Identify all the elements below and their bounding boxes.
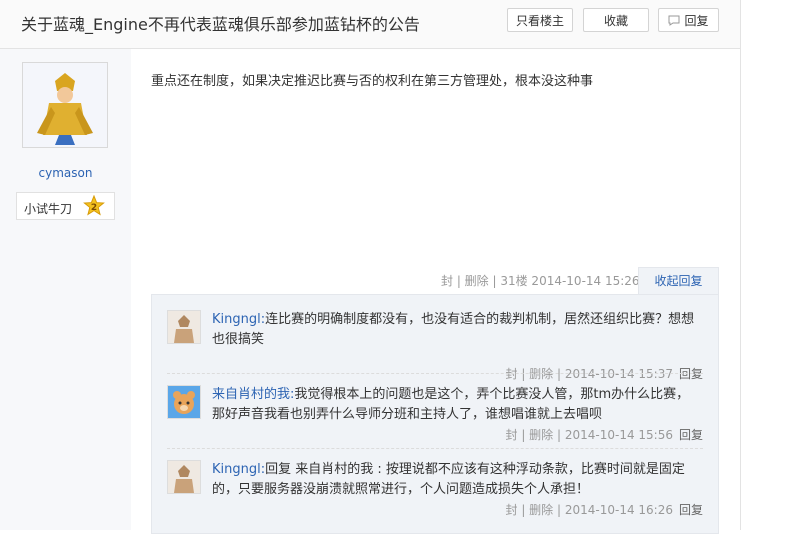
reply-avatar[interactable] [167,385,201,419]
reply-username[interactable]: Kingngl: [212,312,265,327]
reply-meta-text: 封 | 删除 | 2014-10-14 15:37 [505,367,673,381]
level-number: 2 [91,203,97,213]
reply-username[interactable]: 来自肖村的我: [212,387,294,402]
reply-link[interactable]: 回复 [679,428,703,442]
level-star-icon: 2 [83,194,105,217]
post-content: 重点还在制度，如果决定推迟比赛与否的权利在第三方管理处，根本没这种事 [151,74,594,89]
list-item: 来自肖村的我:我觉得根本上的问题也是这个，弄个比赛没人管，那tm办什么比赛，那好… [167,385,703,455]
reply-text-block: 来自肖村的我:我觉得根本上的问题也是这个，弄个比赛没人管，那tm办什么比赛，那好… [212,385,702,425]
reply-text: 回复 来自肖村的我 : 按理说都不应该有这种浮动条款，比赛时间就是固定的，只要服… [212,462,685,497]
reply-username[interactable]: Kingngl: [212,462,265,477]
reply-meta: 封 | 删除 | 2014-10-14 15:56 回复 [506,426,704,443]
reply-meta: 封 | 删除 | 2014-10-14 16:26 回复 [506,501,704,518]
reply-avatar[interactable] [167,460,201,494]
reply-button[interactable]: 回复 [658,8,719,32]
reply-divider [167,373,703,374]
avatar[interactable] [22,62,108,148]
reply-link[interactable]: 回复 [679,503,703,517]
list-item: Kingngl:回复 来自肖村的我 : 按理说都不应该有这种浮动条款，比赛时间就… [167,460,703,530]
reply-meta-text: 封 | 删除 | 2014-10-14 16:26 [505,503,673,517]
reply-divider [167,448,703,449]
reply-text: 连比赛的明确制度都没有，也没有适合的裁判机制，居然还组织比赛？想想也很搞笑 [212,312,695,347]
reply-button-label: 回复 [684,14,709,28]
comment-icon [668,10,680,34]
replies-panel: Kingngl:连比赛的明确制度都没有，也没有适合的裁判机制，居然还组织比赛？想… [151,294,719,534]
only-op-button[interactable]: 只看楼主 [507,8,573,32]
list-item: Kingngl:连比赛的明确制度都没有，也没有适合的裁判机制，居然还组织比赛？想… [167,310,703,381]
thread-title: 关于蓝魂_Engine不再代表蓝魂俱乐部参加蓝钻杯的公告 [21,15,420,34]
post-meta: 封 | 删除 | 31楼 2014-10-14 15:26 [441,274,640,288]
page-border [740,0,741,530]
collapse-replies-button[interactable]: 收起回复 [638,267,719,295]
reply-link[interactable]: 回复 [679,367,703,381]
author-level: 小试牛刀 2 [16,192,115,220]
reply-text-block: Kingngl:连比赛的明确制度都没有，也没有适合的裁判机制，居然还组织比赛？想… [212,310,702,350]
level-name: 小试牛刀 [24,202,73,216]
favorite-button[interactable]: 收藏 [583,8,649,32]
thread-header: 关于蓝魂_Engine不再代表蓝魂俱乐部参加蓝钻杯的公告 只看楼主 收藏 回复 [0,0,740,49]
reply-avatar[interactable] [167,310,201,344]
author-name[interactable]: cymason [0,166,131,180]
reply-meta-text: 封 | 删除 | 2014-10-14 15:56 [505,428,673,442]
reply-text-block: Kingngl:回复 来自肖村的我 : 按理说都不应该有这种浮动条款，比赛时间就… [212,460,702,500]
